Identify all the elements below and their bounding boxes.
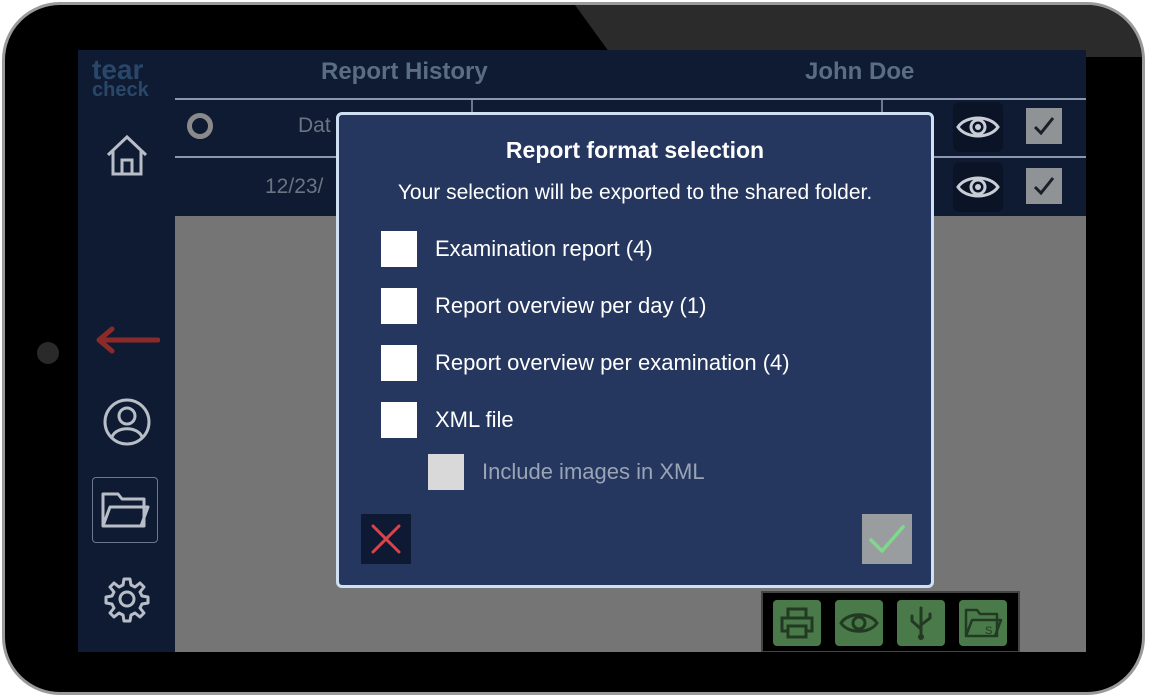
eye-icon [956, 116, 1000, 138]
usb-icon [910, 606, 932, 640]
print-button[interactable] [773, 600, 821, 646]
shared-folder-button[interactable]: S [959, 600, 1007, 646]
app-logo: tear check [92, 54, 149, 101]
page-title: Report History [321, 58, 488, 85]
check-icon [869, 525, 905, 553]
printer-icon [780, 607, 814, 639]
option-overview-per-examination[interactable]: Report overview per examination (4) [381, 344, 790, 382]
option-label: XML file [435, 407, 514, 432]
export-action-bar: S [761, 591, 1020, 652]
option-label: Report overview per examination (4) [435, 350, 790, 375]
row-checkbox[interactable] [1026, 168, 1062, 204]
reports-folder-button[interactable] [92, 477, 158, 543]
option-label: Report overview per day (1) [435, 293, 707, 318]
option-xml-file[interactable]: XML file [381, 401, 514, 439]
dialog-subtitle: Your selection will be exported to the s… [397, 181, 873, 204]
preview-button[interactable] [835, 600, 883, 646]
sidebar: tear check [78, 50, 175, 652]
back-arrow-icon[interactable] [92, 320, 162, 360]
checkbox[interactable] [381, 402, 417, 438]
folder-icon [100, 487, 150, 533]
close-icon [371, 524, 401, 554]
eye-icon [956, 176, 1000, 198]
option-overview-per-day[interactable]: Report overview per day (1) [381, 287, 706, 325]
camera-lens [37, 342, 59, 364]
app-screen: tear check Report History John Doe Dat 1… [78, 50, 1086, 652]
eye-icon [839, 613, 879, 633]
shared-folder-icon: S [964, 608, 1003, 638]
report-format-dialog: Report format selection Your selection w… [336, 112, 934, 588]
tablet-frame: tear check Report History John Doe Dat 1… [2, 2, 1145, 695]
checkbox[interactable] [381, 231, 417, 267]
user-icon[interactable] [101, 396, 153, 448]
select-all-radio[interactable] [187, 113, 213, 139]
option-examination-report[interactable]: Examination report (4) [381, 230, 653, 268]
view-all-button[interactable] [953, 102, 1003, 152]
usb-export-button[interactable] [897, 600, 945, 646]
confirm-button[interactable] [862, 514, 912, 564]
select-all-checkbox[interactable] [1026, 108, 1062, 144]
checkbox[interactable] [381, 288, 417, 324]
gear-icon[interactable] [102, 574, 152, 624]
user-name: John Doe [805, 58, 915, 85]
checkbox [428, 454, 464, 490]
row-date: 12/23/ [265, 175, 324, 198]
option-label: Include images in XML [482, 459, 705, 484]
view-report-button[interactable] [953, 162, 1003, 212]
cancel-button[interactable] [361, 514, 411, 564]
top-header: Report History John Doe [175, 50, 1086, 98]
option-include-images-xml: Include images in XML [428, 453, 705, 491]
checkbox[interactable] [381, 345, 417, 381]
dialog-title: Report format selection [505, 137, 765, 163]
svg-text:S: S [985, 625, 992, 637]
option-label: Examination report (4) [435, 236, 653, 261]
date-column-header[interactable]: Dat [298, 114, 331, 138]
home-icon[interactable] [103, 132, 151, 178]
